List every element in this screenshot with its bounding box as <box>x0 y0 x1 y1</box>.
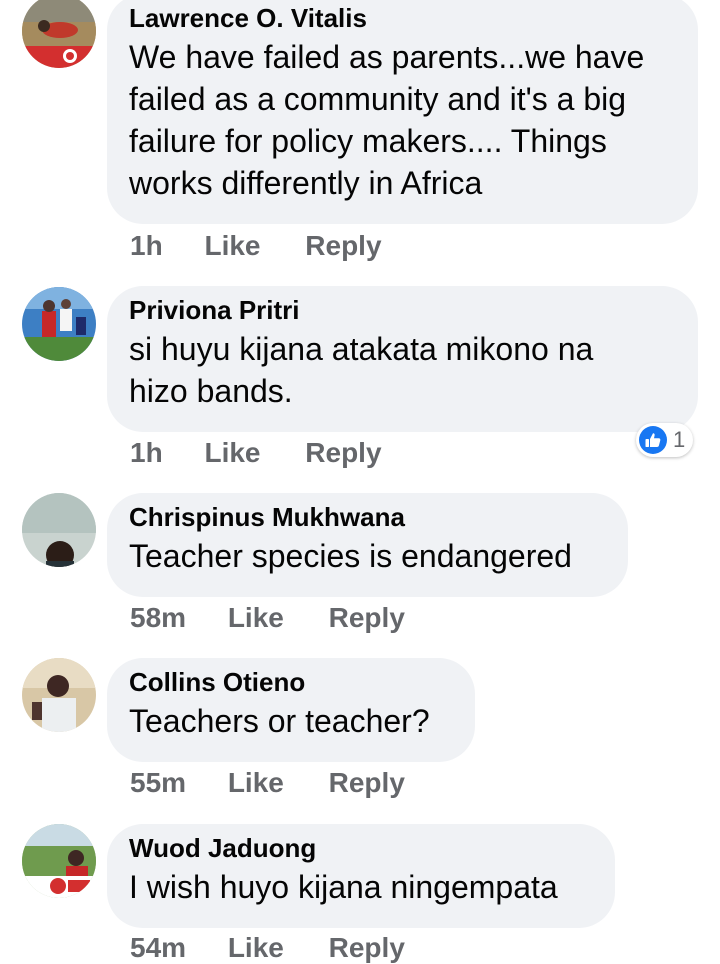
comment-actions: 1h Like Reply <box>130 230 382 262</box>
avatar[interactable] <box>22 493 96 567</box>
comment-author[interactable]: Chrispinus Mukhwana <box>129 501 606 533</box>
comment-actions: 1h Like Reply <box>130 437 382 469</box>
reply-button[interactable]: Reply <box>305 230 381 262</box>
comment-text: I wish huyo kijana ningempata <box>129 869 558 905</box>
like-button[interactable]: Like <box>204 437 260 469</box>
comment-text: We have failed as parents...we have fail… <box>129 39 645 201</box>
comment-bubble: Chrispinus Mukhwana Teacher species is e… <box>107 493 628 597</box>
comment-actions: 54m Like Reply <box>130 932 405 964</box>
reaction-badge[interactable]: 1 <box>636 423 694 457</box>
reaction-count: 1 <box>673 427 686 452</box>
comment-bubble: Wuod Jaduong I wish huyo kijana ningempa… <box>107 824 615 928</box>
comment-bubble: Priviona Pritri si huyu kijana atakata m… <box>107 286 698 432</box>
comment-timestamp[interactable]: 55m <box>130 767 186 799</box>
comment-author[interactable]: Collins Otieno <box>129 666 453 698</box>
like-button[interactable]: Like <box>228 932 284 964</box>
reply-button[interactable]: Reply <box>305 437 381 469</box>
comment-text: Teachers or teacher? <box>129 703 430 739</box>
like-button[interactable]: Like <box>228 602 284 634</box>
reply-button[interactable]: Reply <box>329 767 405 799</box>
comment-text: Teacher species is endangered <box>129 538 572 574</box>
reply-button[interactable]: Reply <box>329 602 405 634</box>
comment-actions: 58m Like Reply <box>130 602 405 634</box>
comment-author[interactable]: Lawrence O. Vitalis <box>129 2 676 34</box>
like-icon <box>639 426 667 454</box>
comment-bubble: Collins Otieno Teachers or teacher? <box>107 658 475 762</box>
comment-bubble: Lawrence O. Vitalis We have failed as pa… <box>107 0 698 224</box>
comment-author[interactable]: Priviona Pritri <box>129 294 676 326</box>
comment-author[interactable]: Wuod Jaduong <box>129 832 593 864</box>
avatar[interactable] <box>22 287 96 361</box>
like-button[interactable]: Like <box>228 767 284 799</box>
comment-timestamp[interactable]: 54m <box>130 932 186 964</box>
comment-timestamp[interactable]: 1h <box>130 230 163 262</box>
avatar[interactable] <box>22 824 96 898</box>
comment-text: si huyu kijana atakata mikono na hizo ba… <box>129 331 594 409</box>
like-button[interactable]: Like <box>204 230 260 262</box>
comment-timestamp[interactable]: 1h <box>130 437 163 469</box>
avatar[interactable] <box>22 0 96 68</box>
comment-timestamp[interactable]: 58m <box>130 602 186 634</box>
avatar[interactable] <box>22 658 96 732</box>
comment-actions: 55m Like Reply <box>130 767 405 799</box>
reply-button[interactable]: Reply <box>329 932 405 964</box>
